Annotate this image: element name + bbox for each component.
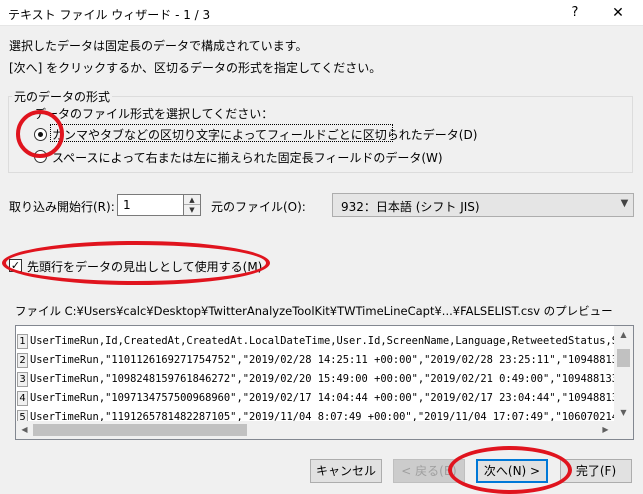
row-text: UserTimeRun,"1098248159761846272","2019/…	[30, 373, 614, 385]
annotation-circle-checkbox	[2, 241, 270, 285]
annotation-circle-radio	[16, 110, 64, 158]
format-prompt: データのファイル形式を選択してください：	[34, 107, 274, 121]
row-number: 1	[17, 334, 28, 349]
preview-pane[interactable]: 1 UserTimeRun,Id,CreatedAt,CreatedAt.Loc…	[15, 325, 634, 440]
start-row-label: 取り込み開始行(R):	[9, 200, 115, 214]
preview-row: 1 UserTimeRun,Id,CreatedAt,CreatedAt.Loc…	[16, 332, 614, 351]
start-row-input[interactable]: 1	[117, 194, 184, 216]
scroll-corner	[614, 421, 633, 439]
close-button[interactable]: ✕	[595, 0, 641, 26]
row-text: UserTimeRun,"1097134757500968960","2019/…	[30, 392, 614, 404]
start-row-spinner[interactable]: ▲ ▼	[184, 194, 201, 216]
row-number: 3	[17, 372, 28, 387]
scroll-up-icon[interactable]: ▲	[614, 326, 633, 343]
row-text: UserTimeRun,"1101126169271754752","2019/…	[30, 354, 614, 366]
row-number: 2	[17, 353, 28, 368]
preview-caption: ファイル C:¥Users¥calc¥Desktop¥TwitterAnalyz…	[15, 304, 613, 318]
spin-up-icon[interactable]: ▲	[184, 195, 200, 205]
vertical-scrollbar[interactable]: ▲ ▼	[614, 326, 633, 421]
spin-down-icon[interactable]: ▼	[184, 205, 200, 215]
row-text: UserTimeRun,Id,CreatedAt,CreatedAt.Local…	[30, 335, 614, 347]
preview-row: 4 UserTimeRun,"1097134757500968960","201…	[16, 389, 614, 408]
cancel-button[interactable]: キャンセル	[310, 459, 382, 483]
title-bar: テキスト ファイル ウィザード - 1 / 3 ? ✕	[0, 0, 643, 26]
fixed-width-radio-label[interactable]: スペースによって右または左に揃えられた固定長フィールドのデータ(W)	[52, 149, 443, 166]
preview-row: 3 UserTimeRun,"1098248159761846272","201…	[16, 370, 614, 389]
scroll-down-icon[interactable]: ▼	[614, 404, 633, 421]
intro-line-2: [次へ] をクリックするか、区切るデータの形式を指定してください。	[9, 61, 382, 75]
vertical-scroll-thumb[interactable]	[617, 349, 630, 367]
intro-line-1: 選択したデータは固定長のデータで構成されています。	[9, 39, 308, 53]
horizontal-scrollbar[interactable]: ◀ ▶	[16, 421, 614, 439]
chevron-down-icon[interactable]: ▼	[615, 193, 634, 217]
window-title: テキスト ファイル ウィザード - 1 / 3	[8, 8, 211, 22]
origin-label: 元のファイル(O):	[211, 200, 306, 214]
row-number: 4	[17, 391, 28, 406]
scroll-left-icon[interactable]: ◀	[16, 421, 33, 439]
scroll-right-icon[interactable]: ▶	[597, 421, 614, 439]
help-button[interactable]: ?	[555, 0, 595, 26]
preview-rows: 1 UserTimeRun,Id,CreatedAt,CreatedAt.Loc…	[16, 332, 614, 427]
annotation-circle-next	[448, 446, 572, 494]
source-format-group-label: 元のデータの形式	[12, 88, 113, 105]
delimited-radio-label[interactable]: カンマやタブなどの区切り文字によってフィールドごとに区切られたデータ(D)	[52, 126, 477, 143]
origin-select[interactable]: 932：日本語 (シフト JIS)	[332, 193, 634, 217]
preview-row: 2 UserTimeRun,"1101126169271754752","201…	[16, 351, 614, 370]
horizontal-scroll-thumb[interactable]	[33, 424, 247, 436]
